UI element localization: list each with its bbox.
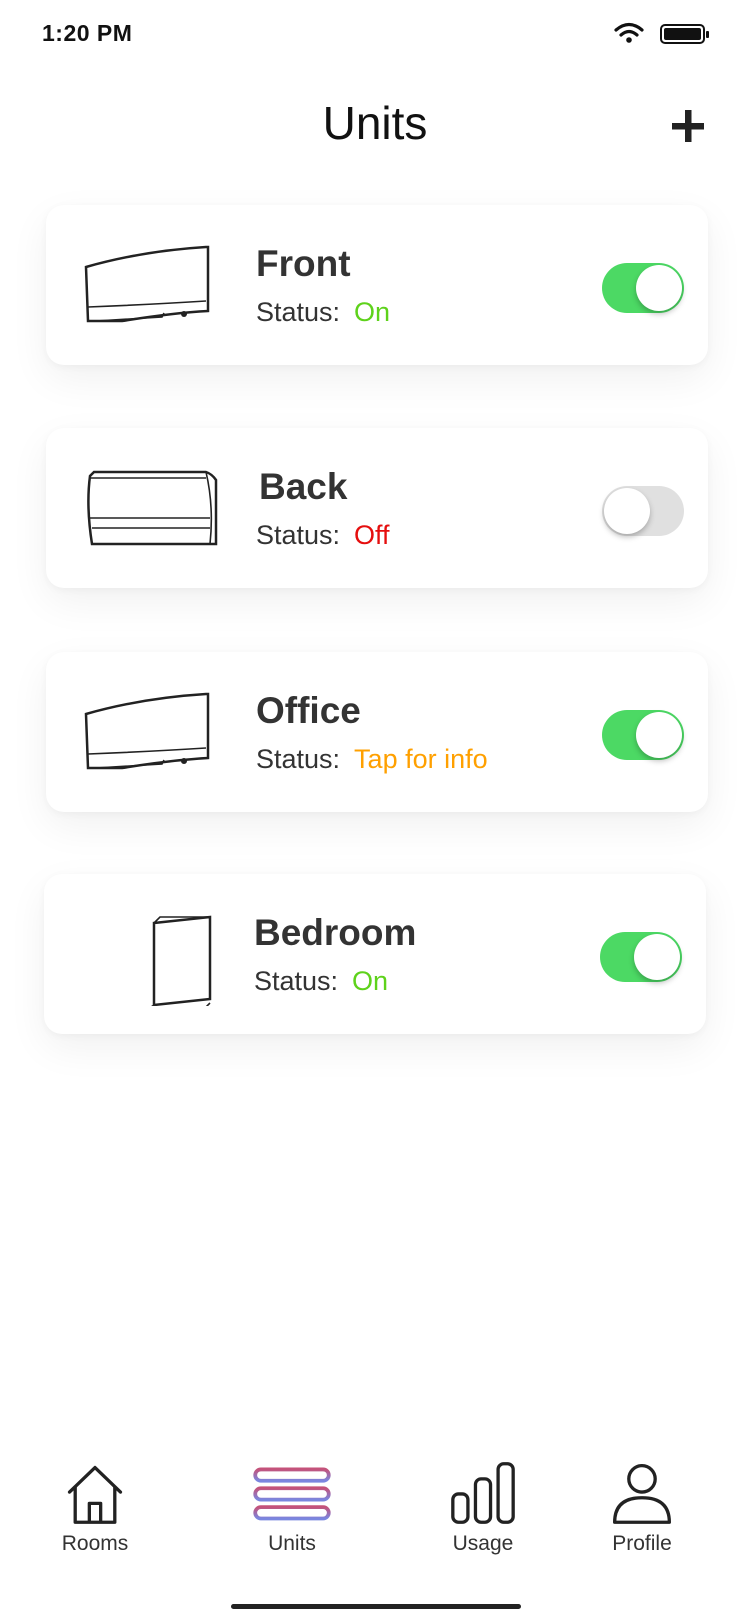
status-value: On xyxy=(352,966,389,996)
house-icon xyxy=(67,1465,123,1524)
tab-profile[interactable]: Profile xyxy=(572,1460,712,1580)
status-time: 1:20 PM xyxy=(42,20,133,46)
wall-ac-curved-icon xyxy=(84,692,210,770)
status-label: Status: xyxy=(256,520,341,550)
tab-rooms[interactable]: Rooms xyxy=(25,1460,165,1580)
unit-name: Back xyxy=(259,466,348,507)
status-label: Status: xyxy=(256,744,341,774)
home-indicator[interactable] xyxy=(231,1604,521,1609)
bar-chart-icon xyxy=(451,1462,515,1524)
unit-status: Status: Off xyxy=(256,520,390,551)
units-stack-icon xyxy=(253,1467,331,1521)
person-icon xyxy=(613,1464,671,1524)
unit-status: Status: On xyxy=(254,966,388,997)
unit-card-front[interactable]: Front Status: On xyxy=(46,205,708,365)
status-label: Status: xyxy=(256,297,341,327)
status-value: Off xyxy=(354,520,390,550)
toggle-knob xyxy=(636,712,682,758)
toggle-knob xyxy=(604,488,650,534)
toggle-knob xyxy=(634,934,680,980)
unit-power-toggle[interactable] xyxy=(602,710,684,760)
floor-unit-icon xyxy=(151,915,212,1006)
tab-label: Profile xyxy=(612,1532,672,1555)
add-unit-button[interactable] xyxy=(670,108,706,144)
unit-name: Bedroom xyxy=(254,912,417,953)
status-label: Status: xyxy=(254,966,339,996)
unit-power-toggle[interactable] xyxy=(602,263,684,313)
unit-power-toggle[interactable] xyxy=(600,932,682,982)
wifi-icon xyxy=(614,22,644,43)
unit-status: Status: Tap for info xyxy=(256,744,488,775)
unit-status: Status: On xyxy=(256,297,390,328)
unit-power-toggle[interactable] xyxy=(602,486,684,536)
unit-card-back[interactable]: Back Status: Off xyxy=(46,428,708,588)
tab-label: Rooms xyxy=(61,1532,129,1555)
tab-units[interactable]: Units xyxy=(222,1460,362,1580)
toggle-knob xyxy=(636,265,682,311)
wall-ac-curved-icon xyxy=(84,245,210,323)
status-value: On xyxy=(354,297,391,327)
tab-label: Units xyxy=(268,1532,316,1555)
tab-usage[interactable]: Usage xyxy=(413,1460,553,1580)
page-title: Units xyxy=(322,97,428,149)
unit-card-office[interactable]: Office Status: Tap for info xyxy=(46,652,708,812)
battery-icon xyxy=(660,24,709,44)
tab-label: Usage xyxy=(452,1532,514,1555)
tab-bar: Rooms Units Usage Profile xyxy=(0,1460,750,1600)
status-value: Tap for info xyxy=(354,744,488,774)
unit-card-bedroom[interactable]: Bedroom Status: On xyxy=(44,874,706,1034)
unit-name: Front xyxy=(256,243,351,284)
unit-name: Office xyxy=(256,690,361,731)
status-bar: 1:20 PM xyxy=(0,0,750,80)
wall-ac-flat-icon xyxy=(87,470,218,546)
